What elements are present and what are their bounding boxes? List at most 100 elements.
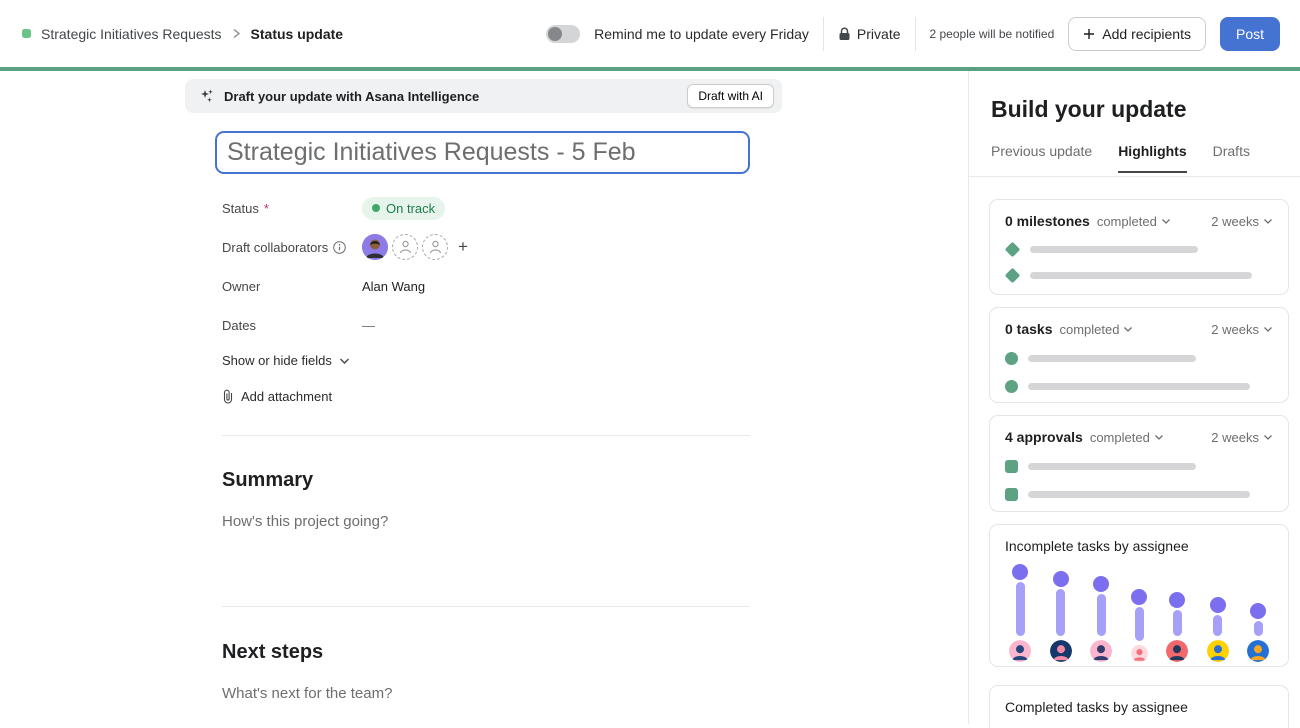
collaborator-avatar[interactable] xyxy=(362,234,388,260)
skeleton-bar xyxy=(1030,272,1252,279)
update-title-input[interactable] xyxy=(215,131,750,174)
breadcrumb-chevron-icon xyxy=(232,28,241,39)
tab-highlights[interactable]: Highlights xyxy=(1118,143,1186,173)
assignee-avatar xyxy=(1207,640,1229,662)
chevron-down-icon xyxy=(1263,218,1273,225)
tab-drafts[interactable]: Drafts xyxy=(1213,143,1250,173)
collaborator-placeholder[interactable] xyxy=(392,234,418,260)
post-button[interactable]: Post xyxy=(1220,17,1280,51)
section-divider xyxy=(222,435,750,436)
approvals-range-dropdown[interactable]: 2 weeks xyxy=(1211,430,1273,445)
summary-textarea[interactable]: How's this project going? xyxy=(222,513,388,530)
owner-field-label: Owner xyxy=(222,279,362,294)
breadcrumb-project-link[interactable]: Strategic Initiatives Requests xyxy=(41,26,222,42)
topbar-actions: Remind me to update every Friday Private… xyxy=(546,17,1280,51)
tasks-range-dropdown[interactable]: 2 weeks xyxy=(1211,322,1273,337)
lollipop-stem xyxy=(1135,607,1144,641)
dates-field-row: Dates — xyxy=(222,312,752,338)
show-hide-fields-button[interactable]: Show or hide fields xyxy=(222,353,350,368)
sparkle-icon xyxy=(199,88,215,104)
tasks-card[interactable]: 0 tasks completed 2 weeks xyxy=(989,307,1289,403)
breadcrumb: Strategic Initiatives Requests Status up… xyxy=(22,26,343,42)
assignee-column xyxy=(1050,571,1072,662)
add-recipients-label: Add recipients xyxy=(1102,26,1191,42)
summary-heading: Summary xyxy=(222,469,313,492)
lollipop-stem xyxy=(1056,589,1065,636)
required-mark: * xyxy=(264,201,269,216)
next-steps-textarea[interactable]: What's next for the team? xyxy=(222,685,392,702)
lollipop-stem xyxy=(1254,621,1263,636)
lock-icon xyxy=(838,27,851,41)
dates-value[interactable]: — xyxy=(362,318,375,333)
approvals-filter-dropdown[interactable]: completed xyxy=(1090,430,1164,445)
toggle-knob xyxy=(548,27,562,41)
sidebar-tabs: Previous update Highlights Drafts xyxy=(991,143,1250,173)
lollipop-head xyxy=(1169,592,1185,608)
assignee-avatar xyxy=(1050,640,1072,662)
skeleton-bar xyxy=(1028,463,1196,470)
add-recipients-button[interactable]: Add recipients xyxy=(1068,17,1206,51)
collaborator-avatars: + xyxy=(362,234,468,260)
skeleton-bar xyxy=(1030,246,1198,253)
tasks-filter-dropdown[interactable]: completed xyxy=(1059,322,1133,337)
update-editor: Draft your update with Asana Intelligenc… xyxy=(0,71,968,724)
chevron-down-icon xyxy=(339,357,350,365)
assignee-avatar xyxy=(1166,640,1188,662)
chevron-down-icon xyxy=(1263,434,1273,441)
assignee-column xyxy=(1090,576,1112,662)
milestone-diamond-icon xyxy=(1005,242,1021,258)
plus-icon xyxy=(1083,28,1095,40)
skeleton-bar xyxy=(1028,355,1196,362)
lollipop-head xyxy=(1012,564,1028,580)
collaborator-placeholder[interactable] xyxy=(422,234,448,260)
privacy-status: Private xyxy=(838,26,901,42)
milestones-filter-dropdown[interactable]: completed xyxy=(1097,214,1171,229)
completed-tasks-chart-card[interactable]: Completed tasks by assignee xyxy=(989,685,1289,728)
lollipop-head xyxy=(1250,603,1266,619)
reminder-toggle[interactable] xyxy=(546,25,580,43)
task-circle-icon xyxy=(1005,380,1018,393)
approval-square-icon xyxy=(1005,460,1018,473)
assignee-avatar xyxy=(1090,640,1112,662)
assignee-avatar xyxy=(1247,640,1269,662)
draft-with-ai-button[interactable]: Draft with AI xyxy=(687,84,774,108)
status-badge[interactable]: On track xyxy=(362,197,445,220)
lollipop-stem xyxy=(1097,594,1106,636)
add-collaborator-button[interactable]: + xyxy=(458,237,468,257)
privacy-label: Private xyxy=(857,26,901,42)
assignee-column xyxy=(1166,592,1188,662)
sidebar-title: Build your update xyxy=(991,96,1187,123)
status-field-label: Status* xyxy=(222,201,362,216)
status-field-row: Status* On track xyxy=(222,195,752,221)
status-badge-label: On track xyxy=(386,201,435,216)
page-content: Draft your update with Asana Intelligenc… xyxy=(0,71,1300,724)
incomplete-chart xyxy=(1005,562,1273,662)
assignee-avatar xyxy=(1131,645,1148,662)
add-attachment-button[interactable]: Add attachment xyxy=(222,389,332,404)
lollipop-head xyxy=(1210,597,1226,613)
milestones-card[interactable]: 0 milestones completed 2 weeks xyxy=(989,199,1289,295)
person-icon xyxy=(399,240,412,254)
info-icon xyxy=(333,241,346,254)
chevron-down-icon xyxy=(1263,326,1273,333)
lollipop-head xyxy=(1093,576,1109,592)
owner-value[interactable]: Alan Wang xyxy=(362,279,425,294)
skeleton-bar xyxy=(1028,383,1250,390)
tab-previous-update[interactable]: Previous update xyxy=(991,143,1092,173)
lollipop-head xyxy=(1131,589,1147,605)
milestones-range-dropdown[interactable]: 2 weeks xyxy=(1211,214,1273,229)
incomplete-tasks-chart-card[interactable]: Incomplete tasks by assignee xyxy=(989,524,1289,667)
approvals-card[interactable]: 4 approvals completed 2 weeks xyxy=(989,415,1289,512)
tabs-divider xyxy=(969,176,1300,177)
assignee-avatar xyxy=(1009,640,1031,662)
build-update-sidebar: Build your update Previous update Highli… xyxy=(968,71,1300,724)
section-divider xyxy=(222,606,750,607)
divider xyxy=(915,17,916,51)
completed-chart-title: Completed tasks by assignee xyxy=(1005,699,1273,715)
fields-list: Status* On track Draft collaborators xyxy=(222,195,752,351)
milestones-count: 0 milestones xyxy=(1005,213,1090,229)
chevron-down-icon xyxy=(1123,326,1133,333)
chevron-down-icon xyxy=(1161,218,1171,225)
assignee-column xyxy=(1247,603,1269,662)
ai-banner-text: Draft your update with Asana Intelligenc… xyxy=(224,89,479,104)
